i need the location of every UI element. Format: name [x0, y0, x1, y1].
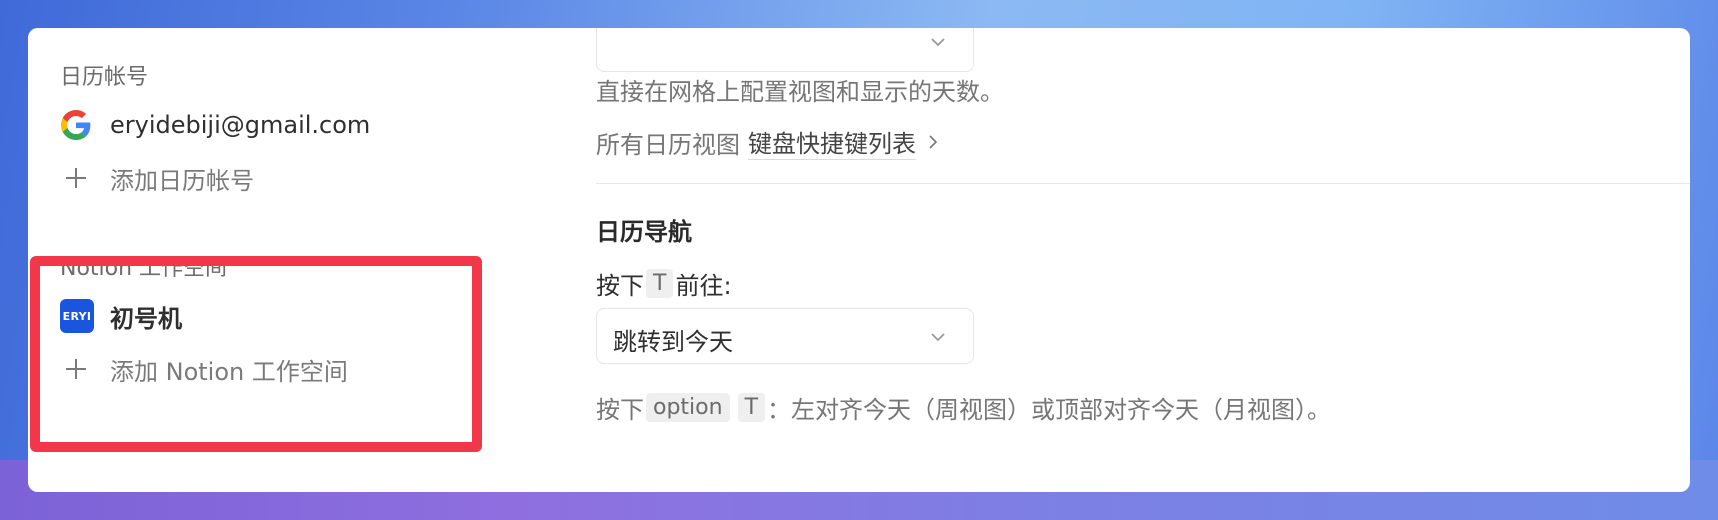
calendar-account-item[interactable]: eryidebiji@gmail.com: [60, 107, 370, 143]
all-views-label: 所有日历视图: [596, 130, 740, 159]
google-icon: [60, 109, 92, 141]
notion-workspace-label: Notion 工作空间: [60, 256, 228, 281]
jump-select-value: 跳转到今天: [613, 328, 733, 356]
key-t: T: [646, 269, 674, 298]
plus-icon: [60, 353, 92, 385]
add-calendar-account-label: 添加日历帐号: [110, 166, 254, 195]
option-description: ：左对齐今天（周视图）或顶部对齐今天（月视图）。: [767, 396, 1332, 424]
add-notion-workspace-label: 添加 Notion 工作空间: [110, 357, 348, 386]
shortcuts-row: 所有日历视图 键盘快捷键列表: [596, 124, 940, 160]
jump-select[interactable]: 跳转到今天: [596, 308, 974, 364]
press-label: 按下: [596, 396, 644, 424]
plus-icon: [60, 162, 92, 194]
goto-instruction: 按下 T 前往:: [596, 266, 732, 301]
key-t: T: [737, 393, 766, 422]
sidebar: 日历帐号 eryidebiji@gmail.com 添加日历帐号 Notion …: [28, 28, 498, 492]
workspace-item[interactable]: ERYI 初号机: [60, 298, 182, 334]
press-label: 按下: [596, 272, 644, 300]
goto-label: 前往:: [675, 272, 732, 300]
add-notion-workspace-button[interactable]: 添加 Notion 工作空间: [60, 351, 348, 387]
account-email: eryidebiji@gmail.com: [110, 111, 371, 139]
view-select[interactable]: [596, 28, 974, 72]
settings-window: 日历帐号 eryidebiji@gmail.com 添加日历帐号 Notion …: [28, 28, 1690, 492]
keyboard-shortcuts-link[interactable]: 键盘快捷键列表: [748, 124, 916, 160]
calendar-accounts-label: 日历帐号: [60, 65, 149, 90]
workspace-logo-icon: ERYI: [60, 299, 94, 333]
grid-description: 直接在网格上配置视图和显示的天数。: [596, 78, 1004, 106]
chevron-down-icon: [931, 38, 945, 47]
key-option: option: [646, 393, 730, 422]
workspace-name: 初号机: [110, 304, 182, 333]
option-instruction: 按下 option T ：左对齐今天（周视图）或顶部对齐今天（月视图）。: [596, 390, 1331, 425]
divider: [596, 183, 1690, 184]
chevron-right-icon: [929, 135, 938, 149]
calendar-navigation-heading: 日历导航: [596, 218, 692, 246]
main-panel: 直接在网格上配置视图和显示的天数。 所有日历视图 键盘快捷键列表 日历导航 按下…: [596, 28, 1690, 492]
add-calendar-account-button[interactable]: 添加日历帐号: [60, 160, 254, 196]
chevron-down-icon: [931, 333, 945, 342]
